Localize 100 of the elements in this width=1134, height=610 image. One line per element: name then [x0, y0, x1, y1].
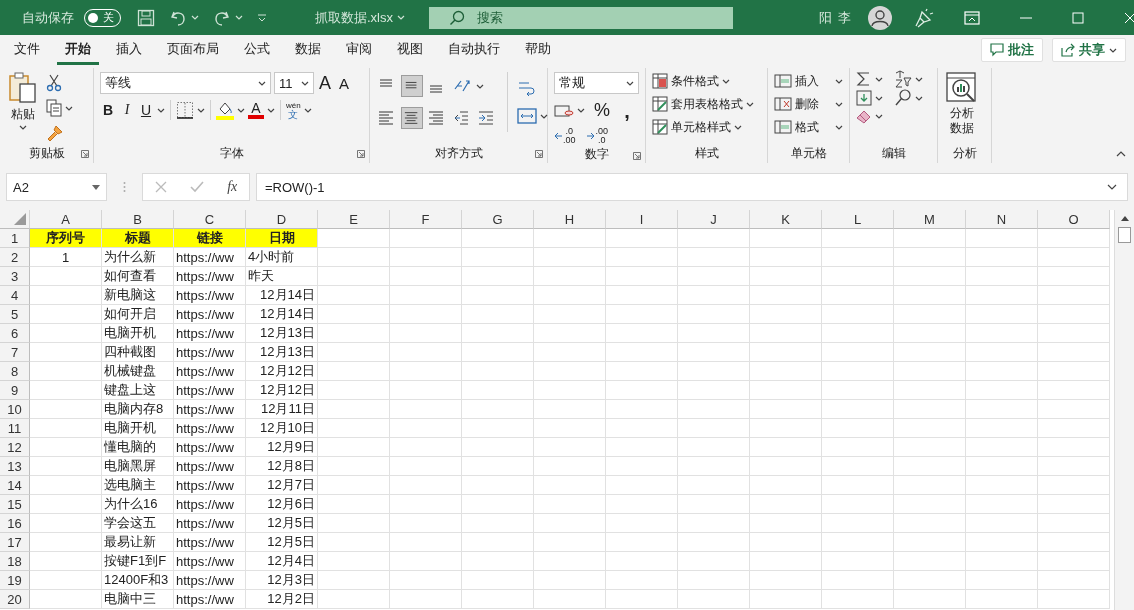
- table-cell[interactable]: 12月14日: [246, 286, 318, 305]
- table-cell[interactable]: 为什么16: [102, 495, 174, 514]
- table-cell[interactable]: 按键F1到F: [102, 552, 174, 571]
- table-cell[interactable]: [534, 438, 606, 457]
- table-cell[interactable]: [462, 457, 534, 476]
- caret-icon[interactable]: [875, 76, 883, 82]
- table-cell[interactable]: [894, 438, 966, 457]
- name-box[interactable]: A2: [6, 173, 107, 201]
- table-cell[interactable]: [534, 495, 606, 514]
- caret-icon[interactable]: [577, 108, 585, 113]
- format-painter-icon[interactable]: [46, 124, 64, 142]
- table-cell[interactable]: https://ww: [174, 362, 246, 381]
- table-cell[interactable]: [822, 571, 894, 590]
- table-cell[interactable]: [822, 590, 894, 609]
- cancel-icon[interactable]: [154, 181, 167, 193]
- table-cell[interactable]: [894, 400, 966, 419]
- table-cell[interactable]: [534, 457, 606, 476]
- caret-icon[interactable]: [65, 105, 73, 111]
- table-cell[interactable]: [30, 457, 102, 476]
- table-cell[interactable]: 1: [30, 248, 102, 267]
- table-cell[interactable]: [822, 495, 894, 514]
- table-cell[interactable]: https://ww: [174, 324, 246, 343]
- copy-icon[interactable]: [46, 99, 62, 117]
- table-cell[interactable]: [750, 286, 822, 305]
- column-header[interactable]: M: [894, 210, 966, 229]
- comment-button[interactable]: 批注: [981, 38, 1043, 62]
- table-cell[interactable]: [318, 362, 390, 381]
- caret-icon[interactable]: [734, 124, 742, 130]
- table-cell[interactable]: 12月9日: [246, 438, 318, 457]
- table-cell[interactable]: [894, 457, 966, 476]
- table-cell[interactable]: 新电脑这: [102, 286, 174, 305]
- table-cell[interactable]: [1038, 476, 1110, 495]
- column-header[interactable]: L: [822, 210, 894, 229]
- table-cell[interactable]: [678, 495, 750, 514]
- table-cell[interactable]: [966, 267, 1038, 286]
- dialog-launcher-icon[interactable]: [535, 150, 543, 158]
- search-icon[interactable]: [894, 89, 912, 107]
- table-cell[interactable]: [606, 267, 678, 286]
- table-cell[interactable]: https://ww: [174, 267, 246, 286]
- caret-icon[interactable]: [1109, 47, 1117, 53]
- table-cell[interactable]: [534, 305, 606, 324]
- table-cell[interactable]: [390, 343, 462, 362]
- underline-button[interactable]: U: [138, 102, 154, 118]
- table-cell[interactable]: 12月3日: [246, 571, 318, 590]
- ribbon-display-icon[interactable]: [963, 10, 980, 25]
- caret-icon[interactable]: [301, 80, 309, 86]
- table-cell[interactable]: [318, 476, 390, 495]
- table-cell[interactable]: [606, 457, 678, 476]
- table-cell[interactable]: [30, 590, 102, 609]
- table-cell[interactable]: [1038, 305, 1110, 324]
- table-cell[interactable]: 12月5日: [246, 533, 318, 552]
- table-cell[interactable]: [390, 514, 462, 533]
- table-cell[interactable]: [606, 381, 678, 400]
- table-cell[interactable]: [606, 324, 678, 343]
- table-cell[interactable]: [534, 590, 606, 609]
- menu-tab[interactable]: 审阅: [338, 40, 380, 65]
- table-cell[interactable]: [390, 324, 462, 343]
- table-cell[interactable]: [966, 286, 1038, 305]
- table-cell[interactable]: [390, 571, 462, 590]
- align-middle-icon[interactable]: [401, 75, 423, 97]
- caret-icon[interactable]: [915, 76, 923, 82]
- table-cell[interactable]: [750, 571, 822, 590]
- table-cell[interactable]: [678, 552, 750, 571]
- table-cell[interactable]: [822, 514, 894, 533]
- table-cell[interactable]: [894, 305, 966, 324]
- table-cell[interactable]: [462, 248, 534, 267]
- table-cell[interactable]: [822, 286, 894, 305]
- dialog-launcher-icon[interactable]: [357, 150, 365, 158]
- table-cell[interactable]: [390, 476, 462, 495]
- table-cell[interactable]: [390, 438, 462, 457]
- table-cell[interactable]: [30, 400, 102, 419]
- column-header[interactable]: G: [462, 210, 534, 229]
- table-cell[interactable]: [318, 495, 390, 514]
- table-cell[interactable]: [1038, 457, 1110, 476]
- cell-menu-button[interactable]: 删除: [774, 93, 843, 115]
- table-cell[interactable]: [390, 552, 462, 571]
- table-cell[interactable]: [534, 248, 606, 267]
- scrollbar-thumb[interactable]: [1118, 227, 1131, 243]
- table-cell[interactable]: https://ww: [174, 305, 246, 324]
- row-header[interactable]: 3: [0, 267, 30, 286]
- row-header[interactable]: 15: [0, 495, 30, 514]
- wrap-text-icon[interactable]: [517, 79, 535, 97]
- table-cell[interactable]: [894, 571, 966, 590]
- caret-icon[interactable]: [237, 107, 245, 113]
- table-cell[interactable]: [966, 571, 1038, 590]
- table-cell[interactable]: [318, 381, 390, 400]
- row-header[interactable]: 16: [0, 514, 30, 533]
- caret-icon[interactable]: [303, 107, 312, 113]
- decrease-font-button[interactable]: A: [336, 74, 352, 92]
- table-cell[interactable]: [1038, 495, 1110, 514]
- row-header[interactable]: 13: [0, 457, 30, 476]
- table-cell[interactable]: [30, 362, 102, 381]
- table-cell[interactable]: [894, 419, 966, 438]
- table-cell[interactable]: [750, 362, 822, 381]
- bold-button[interactable]: B: [100, 102, 116, 118]
- table-cell[interactable]: [606, 495, 678, 514]
- table-cell[interactable]: 4小时前: [246, 248, 318, 267]
- table-cell[interactable]: 电脑中三: [102, 590, 174, 609]
- table-cell[interactable]: 电脑开机: [102, 419, 174, 438]
- table-cell[interactable]: [966, 514, 1038, 533]
